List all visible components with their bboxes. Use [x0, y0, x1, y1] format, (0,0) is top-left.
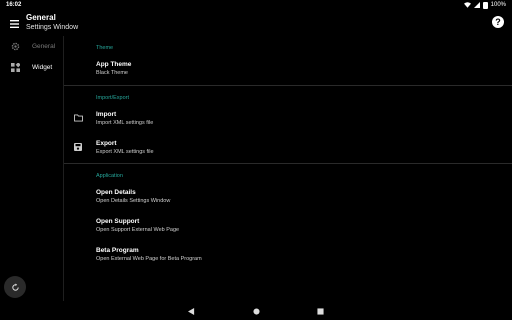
- sidebar: General Widget: [0, 36, 64, 301]
- home-icon: [252, 307, 260, 315]
- setting-open-support[interactable]: Open Support Open Support External Web P…: [64, 213, 512, 239]
- sidebar-item-general[interactable]: General: [0, 37, 63, 55]
- battery-percent: 100%: [490, 2, 506, 8]
- setting-title: Import: [96, 111, 117, 118]
- widget-grid-icon: [10, 62, 20, 72]
- page-title: General: [26, 13, 56, 22]
- navigation-bar: [0, 301, 512, 320]
- recents-button[interactable]: [314, 305, 326, 317]
- section-header-import-export: Import/Export: [96, 95, 130, 101]
- setting-title: Open Details: [96, 189, 136, 196]
- divider: [64, 163, 512, 164]
- setting-title: Open Support: [96, 218, 140, 225]
- setting-open-details[interactable]: Open Details Open Details Settings Windo…: [64, 184, 512, 210]
- setting-title: Beta Program: [96, 247, 139, 254]
- menu-icon: [9, 20, 19, 28]
- divider: [64, 85, 512, 86]
- restore-icon: [11, 282, 19, 291]
- setting-import[interactable]: Import Import XML settings file: [64, 106, 512, 132]
- battery-icon: [482, 1, 488, 9]
- help-button[interactable]: ?: [492, 16, 504, 28]
- wifi-icon: [463, 2, 471, 8]
- status-icons: 100%: [463, 0, 506, 10]
- setting-app-theme[interactable]: App Theme Black Theme: [64, 56, 512, 82]
- gear-icon: [10, 41, 20, 51]
- status-bar: 16:02 100%: [0, 0, 512, 10]
- save-icon: [73, 142, 83, 152]
- menu-button[interactable]: [6, 16, 22, 32]
- page-subtitle: Settings Window: [26, 24, 79, 31]
- signal-icon: [473, 2, 480, 8]
- setting-summary: Export XML settings file: [96, 149, 154, 155]
- setting-export[interactable]: Export Export XML settings file: [64, 135, 512, 161]
- folder-icon: [73, 113, 83, 123]
- setting-summary: Black Theme: [96, 70, 128, 76]
- setting-summary: Open Support External Web Page: [96, 227, 180, 233]
- sidebar-item-label: Widget: [32, 63, 53, 71]
- setting-beta-program[interactable]: Beta Program Open External Web Page for …: [64, 242, 512, 268]
- setting-summary: Open Details Settings Window: [96, 198, 171, 204]
- back-icon: [187, 307, 194, 315]
- setting-title: Export: [96, 140, 117, 147]
- reset-button[interactable]: [4, 276, 26, 298]
- setting-title: App Theme: [96, 61, 132, 68]
- help-icon: ?: [495, 17, 501, 27]
- section-header-application: Application: [96, 173, 123, 179]
- home-button[interactable]: [250, 305, 262, 317]
- recents-icon: [316, 307, 324, 315]
- setting-summary: Import XML settings file: [96, 120, 154, 126]
- back-button[interactable]: [185, 305, 197, 317]
- status-time: 16:02: [6, 2, 22, 8]
- section-header-theme: Theme: [96, 45, 114, 51]
- app-bar: General Settings Window ?: [0, 10, 512, 36]
- settings-list: Theme App Theme Black Theme Import/Expor…: [64, 36, 512, 301]
- sidebar-item-widget[interactable]: Widget: [0, 58, 63, 76]
- setting-summary: Open External Web Page for Beta Program: [96, 256, 202, 262]
- sidebar-item-label: General: [32, 42, 56, 50]
